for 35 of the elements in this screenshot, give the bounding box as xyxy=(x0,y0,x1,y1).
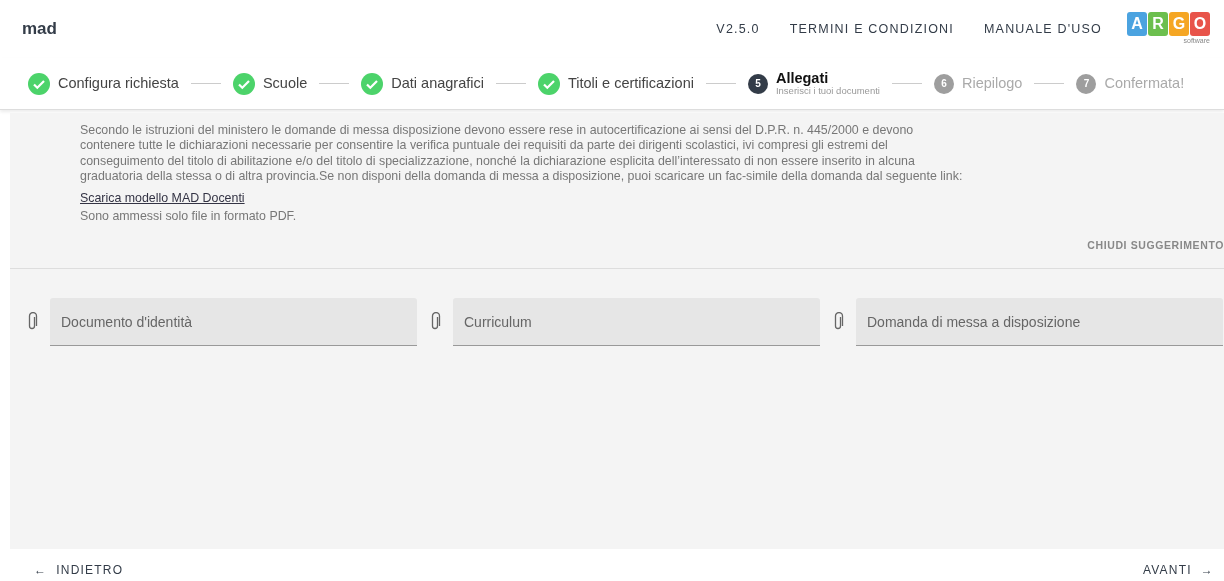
step[interactable]: Titoli e certificazioni xyxy=(537,72,694,95)
step[interactable]: Dati anagrafici xyxy=(361,72,484,95)
step[interactable]: Configura richiesta xyxy=(28,72,179,95)
paperclip-icon[interactable] xyxy=(429,312,441,332)
step-label: Scuole xyxy=(262,75,308,92)
step-number: 7 xyxy=(1076,73,1097,94)
step-label: Dati anagrafici xyxy=(391,75,484,92)
hint-note: Sono ammessi solo file in formato PDF. xyxy=(80,208,298,225)
step-label: Confermata! xyxy=(1104,75,1185,92)
version-label: V2.5.0 xyxy=(716,20,760,38)
step[interactable]: Scuole xyxy=(232,72,308,95)
file-field[interactable]: Domanda di messa a disposizione xyxy=(856,298,1223,346)
logo-letter: R xyxy=(1148,11,1168,36)
step-label: Configura richiesta xyxy=(58,75,179,92)
step-number: 5 xyxy=(747,73,768,94)
paperclip-icon[interactable] xyxy=(832,312,844,332)
step-label: Riepilogo xyxy=(961,75,1023,92)
file-field[interactable]: Curriculum xyxy=(453,298,820,346)
step-subtitle: Inserisci i tuoi documenti xyxy=(775,86,880,96)
next-button[interactable]: AVANTI → xyxy=(1142,561,1214,579)
download-link[interactable]: Scarica modello MAD Docenti xyxy=(80,190,245,205)
step-label: Titoli e certificazioni xyxy=(567,75,694,92)
header-link[interactable]: MANUALE D'USO xyxy=(984,19,1102,39)
step-number: 6 xyxy=(933,73,954,94)
paperclip-icon[interactable] xyxy=(26,312,38,332)
file-field[interactable]: Documento d'identità xyxy=(50,298,417,346)
header-link[interactable]: TERMINI E CONDIZIONI xyxy=(789,19,954,39)
app-name: mad xyxy=(22,18,57,41)
hint-text: Secondo le istruzioni del ministero le domande di messa disposizione devono essere rese in autocertificazione ai sensi del D.P.R. n. 445/2000 e devono contenere tutte le dichiarazioni necessarie per consentire la verifica puntuale dei requisiti da parte dei dirigenti scolastici, ivi compresi gli estremi del conseguimento del titolo di abilitazione e/o del titolo di specializzazione, nonché la dichiarazione esplicita dell’interessato di non essere inserito in alcuna graduatoria della stessa o di altra provincia.Se non disponi della domanda di messa a disposizione, puoi scaricare un fac-simile della domanda dal seguente link: xyxy=(80,123,964,185)
logo-letter: O xyxy=(1190,11,1210,36)
logo-letter: A xyxy=(1127,11,1147,36)
logo-letter: G xyxy=(1169,11,1189,36)
step[interactable]: 5 Allegati Inserisci i tuoi documenti xyxy=(747,71,880,96)
step-label: Allegati xyxy=(775,71,829,87)
back-button[interactable]: ← INDIETRO xyxy=(34,561,124,579)
